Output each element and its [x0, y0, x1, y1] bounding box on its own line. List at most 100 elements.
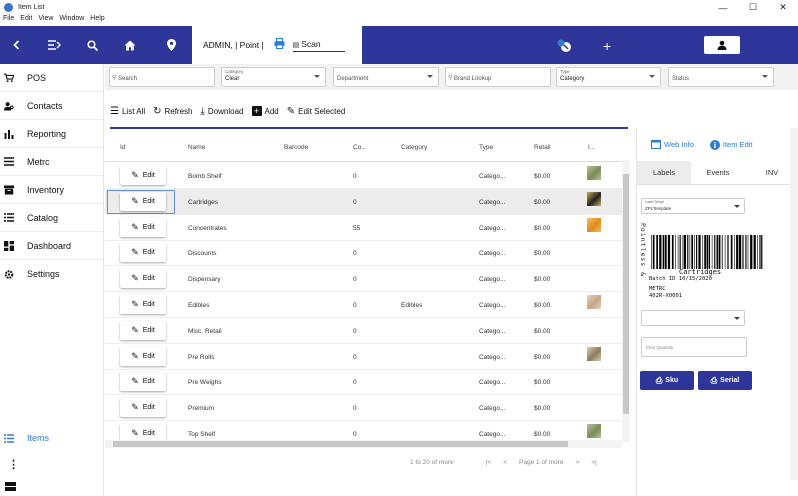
web-info-link[interactable]: Web Info: [651, 140, 694, 149]
column-id[interactable]: Id: [120, 144, 125, 151]
prev-page-icon[interactable]: <: [503, 459, 507, 466]
first-page-icon[interactable]: |<: [486, 459, 491, 466]
label-template-select[interactable]: Label Templ ZPLTemplate: [641, 198, 745, 214]
type-select[interactable]: Type Category: [556, 67, 661, 87]
edit-row-button[interactable]: ✎ Edit: [120, 372, 166, 392]
column-count[interactable]: Co...: [353, 144, 367, 151]
tab-labels[interactable]: Labels: [637, 161, 691, 184]
sidebar-item-inventory[interactable]: Inventory: [0, 176, 103, 204]
edit-label: Edit: [142, 326, 155, 334]
edit-row-button[interactable]: ✎ Edit: [120, 217, 166, 237]
profile-button[interactable]: [704, 36, 740, 54]
column-retail[interactable]: Retail: [534, 144, 551, 151]
menu-help[interactable]: Help: [90, 15, 104, 25]
sidebar-item-contacts[interactable]: Contacts: [0, 92, 103, 120]
edit-row-button[interactable]: ✎ Edit: [120, 398, 166, 418]
maximize-button[interactable]: ☐: [738, 0, 768, 15]
print-serial-button[interactable]: ⎙ Serial: [698, 371, 752, 390]
search-icon: ⚲: [448, 75, 453, 81]
edit-row-button[interactable]: ✎ Edit: [120, 191, 166, 211]
printer-icon[interactable]: [274, 38, 285, 52]
tab-events[interactable]: Events: [691, 161, 745, 184]
scrollbar-thumb[interactable]: [623, 174, 629, 414]
table-row[interactable]: ✎ Edit Misc. Retail 0 Catego... $0.00: [105, 318, 625, 344]
scan-input[interactable]: ▤ Scan: [292, 39, 345, 52]
grid-horizontal-scrollbar[interactable]: [105, 440, 622, 448]
table-row[interactable]: ✎ Edit Discounts 0 Catego... $0.00: [105, 240, 625, 267]
sidebar-item-metrc[interactable]: Metrc: [0, 148, 103, 176]
table-row[interactable]: ✎ Edit Bomb Shelf 0 Catego... $0.00: [105, 163, 625, 189]
panel-vertical-scrollbar[interactable]: [790, 128, 798, 480]
sidebar-item-dashboard[interactable]: Dashboard: [0, 232, 103, 260]
column-category[interactable]: Category: [401, 144, 427, 151]
table-row[interactable]: ✎ Edit Edibles 0 Edibles Catego... $0.00: [105, 292, 625, 318]
table-row[interactable]: ✎ Edit Pre Weighs 0 Catego... $0.00: [105, 369, 625, 396]
table-row[interactable]: ✎ Edit Pre Rolls 0 Catego... $0.00: [105, 344, 625, 370]
edit-row-button[interactable]: ✎ Edit: [120, 166, 166, 185]
table-row[interactable]: ✎ Edit Dispensary 0 Catego... $0.00: [105, 266, 625, 293]
barcode-bar: [742, 235, 744, 269]
status-select[interactable]: Status: [668, 67, 774, 87]
pencil-icon: ✎: [131, 221, 139, 232]
sidebar-item-reporting[interactable]: Reporting: [0, 120, 103, 148]
column-name[interactable]: Name: [188, 144, 205, 151]
next-page-icon[interactable]: >: [575, 459, 579, 466]
refresh-icon: ↻: [153, 105, 162, 117]
print-quantity-input[interactable]: Print Quantity: [641, 337, 747, 357]
sidebar-item-catalog[interactable]: Catalog: [0, 204, 103, 232]
printer-select[interactable]: [641, 310, 745, 326]
table-row[interactable]: ✎ Edit Top Shelf 0 Catego... $0.00: [105, 421, 625, 442]
column-type[interactable]: Type: [479, 144, 493, 151]
notification-icon[interactable]: [557, 39, 573, 53]
grid-vertical-scrollbar[interactable]: [622, 160, 630, 442]
search-icon[interactable]: [85, 38, 99, 52]
download-button[interactable]: ⤓ Download: [201, 106, 244, 117]
add-button[interactable]: + Add: [251, 106, 279, 116]
edit-row-button[interactable]: ✎ Edit: [120, 320, 166, 340]
gear-icon: [4, 269, 14, 279]
table-row[interactable]: ✎ Edit Concentrates 55 Catego... $0.00: [105, 215, 625, 241]
scrollbar-thumb[interactable]: [113, 441, 568, 447]
minimize-button[interactable]: —: [708, 0, 738, 15]
menu-file[interactable]: File: [3, 15, 14, 25]
column-barcode[interactable]: Barcode: [284, 144, 308, 151]
item-edit-link[interactable]: Item Edit: [709, 140, 753, 150]
edit-selected-button[interactable]: ✎ Edit Selected: [287, 106, 346, 117]
sidebar-item-items[interactable]: Items: [0, 424, 103, 452]
edit-row-button[interactable]: ✎ Edit: [120, 295, 166, 314]
add-box-icon: +: [251, 106, 262, 116]
collapse-sidebar-icon[interactable]: [5, 482, 16, 493]
column-image[interactable]: I...: [588, 144, 595, 151]
refresh-button[interactable]: ↻ Refresh: [153, 106, 192, 117]
cell-name: Edibles: [188, 302, 210, 309]
sidebar-item-pos[interactable]: POS: [0, 64, 103, 92]
sidebar-item-settings[interactable]: Settings: [0, 260, 103, 288]
brand-lookup-input[interactable]: ⚲ Brand Lookup: [445, 67, 551, 87]
last-page-icon[interactable]: >|: [591, 459, 596, 466]
more-vert-icon[interactable]: ⋮: [8, 458, 19, 471]
department-select[interactable]: Department: [333, 67, 439, 87]
location-icon[interactable]: [164, 38, 178, 52]
item-edit-label: Item Edit: [722, 140, 753, 149]
table-row[interactable]: ✎ Edit Cartridges 0 Catego... $0.00: [105, 188, 625, 215]
edit-row-button[interactable]: ✎ Edit: [120, 346, 166, 366]
add-icon[interactable]: +: [603, 38, 611, 54]
edit-row-button[interactable]: ✎ Edit: [120, 269, 166, 289]
back-icon[interactable]: [10, 38, 24, 52]
menu-view[interactable]: View: [38, 15, 53, 25]
search-input[interactable]: ⚲ Search: [109, 67, 215, 87]
list-all-button[interactable]: ☰ List All: [110, 106, 145, 117]
menu-edit[interactable]: Edit: [20, 15, 32, 25]
barcode-bar: [659, 235, 662, 269]
table-row[interactable]: ✎ Edit Premium 0 Catego... $0.00: [105, 395, 625, 422]
edit-row-button[interactable]: ✎ Edit: [120, 243, 166, 263]
cell-name: Misc. Retail: [188, 327, 222, 335]
print-sku-button[interactable]: ⎙ Sku: [640, 371, 694, 390]
category-select[interactable]: Category Clear: [221, 67, 326, 87]
sidebar: POS Contacts Reporting Metrc Inventory C…: [0, 64, 104, 496]
menu-collapse-icon[interactable]: [47, 38, 61, 52]
close-button[interactable]: ✕: [768, 0, 798, 15]
home-icon[interactable]: [123, 38, 137, 52]
menu-window[interactable]: Window: [59, 15, 84, 25]
label-template-value: ZPLTemplate: [645, 206, 672, 211]
